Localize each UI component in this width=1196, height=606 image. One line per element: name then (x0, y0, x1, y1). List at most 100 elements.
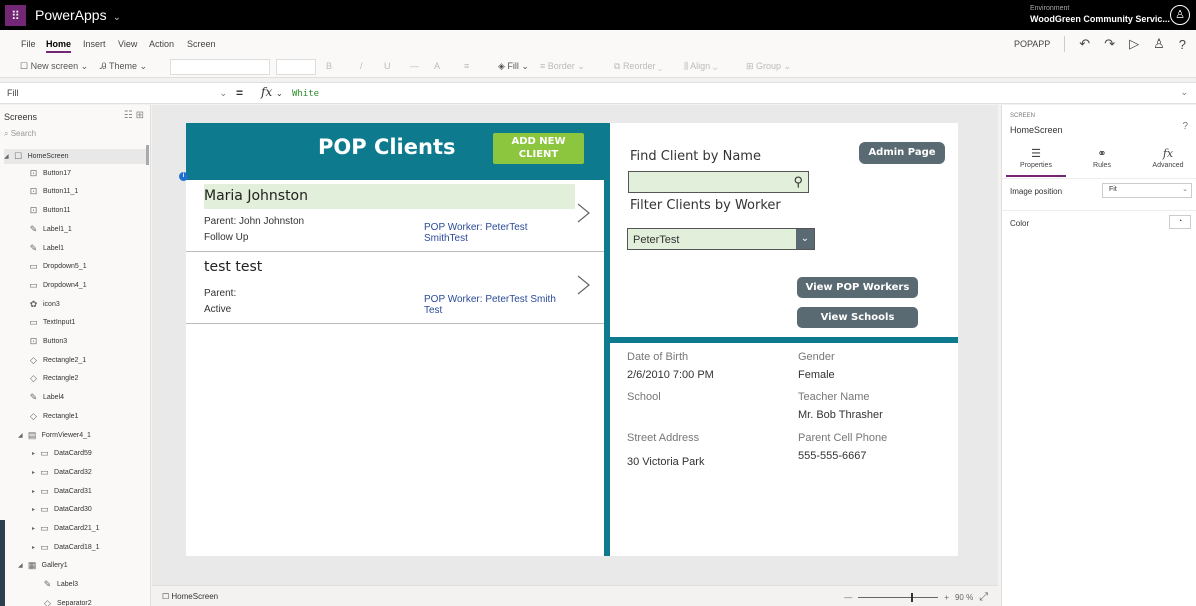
tree-node[interactable]: ◇ Rectangle2 (18, 373, 78, 384)
view-pop-workers-button[interactable]: View POP Workers (797, 277, 918, 298)
tree-node[interactable]: ▭ Dropdown4_1 (18, 280, 87, 291)
redo-icon[interactable]: ↷ (1104, 36, 1115, 52)
menu-view[interactable]: View (118, 39, 137, 49)
expand-icon[interactable]: ▸ (32, 506, 35, 513)
tree-scrollbar[interactable] (146, 145, 149, 165)
expand-icon[interactable]: ▸ (32, 488, 35, 495)
group-button[interactable]: ⊞ Group ⌄ (746, 61, 791, 72)
tree-node[interactable]: ⊡ Button11_1 (18, 186, 79, 197)
worker-dropdown[interactable]: PeterTest ⌄ (627, 228, 815, 250)
tree-node[interactable]: ▸ ▭ DataCard30 (32, 504, 92, 515)
expand-icon[interactable]: ▸ (32, 544, 35, 551)
reorder-button[interactable]: ⧉ Reorder ⌄ (614, 61, 662, 72)
info-icon[interactable]: i (179, 172, 188, 181)
tree-node[interactable]: ✎ Label1 (18, 243, 64, 254)
fill-button[interactable]: ◈ Fill ⌄ (498, 61, 529, 72)
menu-screen[interactable]: Screen (187, 39, 216, 49)
tree-node-label: Rectangle2_1 (43, 356, 87, 364)
expand-icon[interactable]: ▸ (32, 450, 35, 457)
tree-node[interactable]: ▸ ▭ DataCard31 (32, 486, 92, 497)
admin-page-button[interactable]: Admin Page (859, 142, 945, 164)
font-family-select[interactable] (170, 59, 270, 75)
help-icon[interactable]: ? (1182, 121, 1188, 132)
expand-icon[interactable]: ▸ (32, 469, 35, 476)
tree-node[interactable]: ▸ ▭ DataCard21_1 (32, 523, 100, 534)
gallery-item[interactable]: test test Parent: Active POP Worker: Pet… (186, 252, 604, 324)
tree-node[interactable]: ⊡ Button17 (18, 168, 71, 179)
chevron-right-icon[interactable] (572, 274, 594, 296)
tree-node[interactable]: ◇ Rectangle1 (18, 411, 78, 422)
border-button[interactable]: ≡ Border ⌄ (540, 61, 585, 72)
text-align-button[interactable]: ≡ (464, 61, 469, 71)
tree-node[interactable]: ▭ Dropdown5_1 (18, 261, 86, 272)
gallery-item[interactable]: Maria Johnston Parent: John Johnston Fol… (186, 180, 604, 252)
waffle-icon[interactable]: ⠿ (5, 5, 26, 26)
user-check-icon[interactable]: ♙ (1153, 36, 1165, 52)
expand-icon[interactable]: ◢ (4, 153, 9, 160)
tree-node[interactable]: ✎ Label4 (18, 392, 64, 403)
view-schools-button[interactable]: View Schools (797, 307, 918, 328)
zoom-slider[interactable] (858, 593, 939, 602)
tree-node[interactable]: ◇ Rectangle2_1 (18, 355, 86, 366)
tree-node[interactable]: ◢ ☐ HomeScreen (4, 149, 146, 164)
chevron-down-icon[interactable]: ⌄ (796, 229, 814, 249)
user-avatar-icon[interactable]: ♙ (1170, 5, 1190, 25)
menu-insert[interactable]: Insert (83, 39, 106, 49)
zoom-slider-knob[interactable] (911, 593, 914, 602)
current-screen[interactable]: ☐ HomeScreen (162, 592, 218, 601)
menu-file[interactable]: File (21, 39, 36, 49)
tree-node[interactable]: ▸ ▭ DataCard59 (32, 448, 92, 459)
tree-node[interactable]: ⊡ Button11 (18, 205, 71, 216)
property-select[interactable]: Fill ⌄ (4, 85, 231, 102)
tree-node[interactable]: ✎ Label3 (32, 579, 78, 590)
new-screen-button[interactable]: ☐ New screen ⌄ (20, 61, 88, 72)
tree-node[interactable]: ◢ ▦ Gallery1 (18, 560, 68, 571)
tree-search-input[interactable]: ⌕ Search (4, 129, 36, 139)
align-button[interactable]: ⫼ Align ⌄ (684, 61, 718, 72)
tree-node[interactable]: ⊡ Button3 (18, 336, 67, 347)
zoom-in-button[interactable]: + (944, 593, 949, 602)
environment-picker[interactable]: Environment WoodGreen Community Servic..… (1030, 3, 1170, 24)
fx-icon[interactable]: fx ⌄ (261, 85, 283, 99)
formula-input[interactable]: White (292, 89, 319, 99)
client-search-input[interactable]: ⚲ (628, 171, 809, 193)
bold-button[interactable]: B (326, 61, 332, 71)
strikethrough-button[interactable]: — (410, 61, 419, 71)
tree-node[interactable]: ▸ ▭ DataCard18_1 (32, 542, 100, 553)
zoom-out-button[interactable]: — (844, 593, 852, 602)
expand-icon[interactable]: ◢ (18, 562, 23, 569)
tree-view-icons[interactable]: ☷ ⊞ (124, 110, 144, 121)
menu-action[interactable]: Action (149, 39, 174, 49)
app-name[interactable]: PowerApps ⌄ (35, 7, 121, 23)
undo-icon[interactable]: ↶ (1079, 36, 1090, 52)
tree-node[interactable]: ▸ ▭ DataCard32 (32, 467, 92, 478)
font-color-button[interactable]: A (434, 61, 440, 71)
color-picker[interactable]: ◔ (1169, 215, 1191, 229)
expand-icon[interactable]: ◢ (18, 432, 23, 439)
help-icon[interactable]: ? (1179, 37, 1186, 52)
tree-node[interactable]: ▭ TextInput1 (18, 317, 75, 328)
separator (1064, 36, 1066, 52)
tab-advanced[interactable]: fx Advanced (1138, 147, 1196, 169)
tree-node[interactable]: ◢ ▤ FormViewer4_1 (18, 430, 91, 441)
expand-icon[interactable]: ▸ (32, 525, 35, 532)
chevron-right-icon[interactable] (572, 202, 594, 224)
client-list-panel: POP Clients ADD NEW CLIENT Maria Johnsto… (186, 123, 604, 556)
tab-properties[interactable]: ☰ Properties (1006, 147, 1066, 177)
fit-to-window-icon[interactable]: ⤢ (979, 591, 988, 604)
image-position-select[interactable]: Fit ⌄ (1102, 183, 1192, 198)
add-new-client-button[interactable]: ADD NEW CLIENT (493, 133, 584, 164)
tree-node[interactable]: ✎ Label1_1 (18, 224, 72, 235)
underline-button[interactable]: U (384, 61, 391, 71)
expand-formula-icon[interactable]: ⌄ (1180, 87, 1188, 98)
tree-node[interactable]: ✿ icon3 (18, 299, 60, 310)
play-icon[interactable]: ▷ (1129, 36, 1139, 52)
theme-button[interactable]: Ꭿ Theme ⌄ (100, 61, 147, 72)
italic-button[interactable]: / (360, 61, 363, 71)
tab-rules[interactable]: ⚭ Rules (1072, 147, 1132, 169)
menu-home[interactable]: Home (46, 39, 72, 53)
search-icon[interactable]: ⚲ (793, 174, 803, 190)
tree-node-label: Dropdown4_1 (43, 281, 87, 289)
tree-node[interactable]: ◇ Separator2 (32, 598, 92, 606)
font-size-select[interactable] (276, 59, 316, 75)
